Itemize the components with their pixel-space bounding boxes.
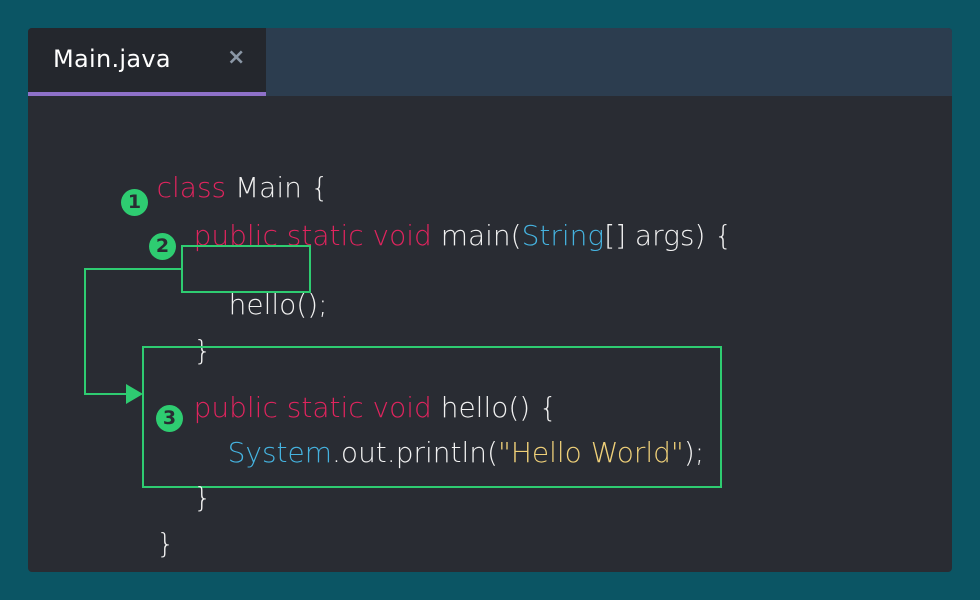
call-arrow <box>84 268 181 404</box>
call-arrow-line <box>84 268 181 395</box>
arrow-head-icon <box>126 384 143 404</box>
